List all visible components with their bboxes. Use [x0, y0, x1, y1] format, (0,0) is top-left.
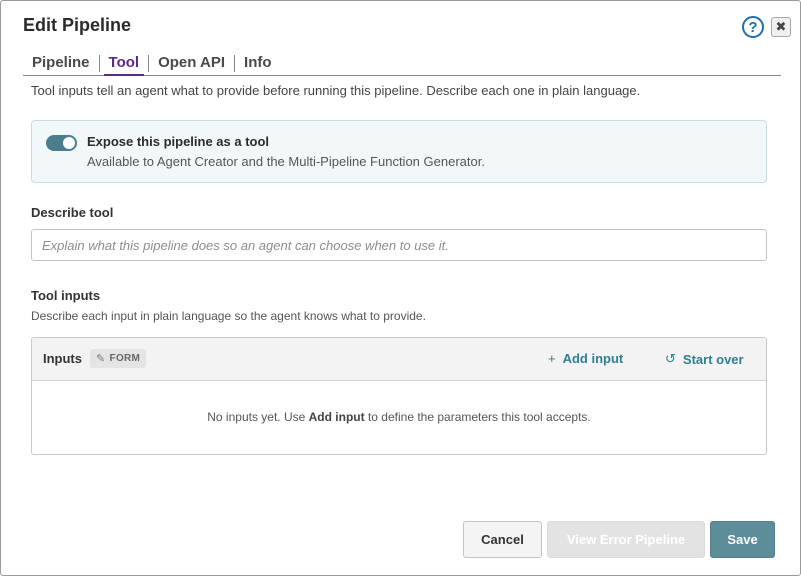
edit-pipeline-dialog: Edit Pipeline ? ✖ Pipeline Tool Open API…	[0, 0, 801, 576]
start-over-label: Start over	[682, 351, 744, 367]
expose-tool-title: Expose this pipeline as a tool	[87, 134, 270, 149]
inputs-panel: Inputs ✎ FORM + Add input ↺ Start over N…	[31, 337, 767, 455]
tab-tool[interactable]: Tool	[100, 53, 149, 76]
tab-info[interactable]: Info	[235, 53, 281, 75]
expose-tool-toggle[interactable]	[46, 135, 77, 151]
intro-text: Tool inputs tell an agent what to provid…	[31, 83, 641, 98]
expose-tool-subtitle: Available to Agent Creator and the Multi…	[87, 154, 485, 169]
dialog-title: Edit Pipeline	[23, 15, 132, 35]
tab-bar: Pipeline Tool Open API Info	[23, 53, 781, 76]
expose-tool-box: Expose this pipeline as a tool Available…	[31, 120, 767, 183]
empty-inputs-message: No inputs yet. Use Add input to define t…	[32, 410, 766, 424]
save-button[interactable]: Save	[710, 521, 775, 558]
describe-tool-input[interactable]	[31, 229, 767, 261]
reset-icon: ↺	[665, 351, 676, 366]
edit-icon: ✎	[96, 353, 106, 365]
plus-icon: +	[548, 351, 556, 366]
tool-inputs-description: Describe each input in plain language so…	[31, 309, 426, 323]
tab-open-api[interactable]: Open API	[149, 53, 234, 75]
add-input-button[interactable]: + Add input	[548, 351, 623, 366]
tab-pipeline[interactable]: Pipeline	[23, 53, 99, 75]
toggle-knob	[63, 137, 75, 149]
help-icon[interactable]: ?	[742, 16, 764, 38]
start-over-button[interactable]: ↺ Start over	[665, 351, 744, 367]
empty-message-prefix: No inputs yet. Use	[207, 410, 309, 424]
empty-message-emphasis: Add input	[308, 410, 365, 424]
empty-message-suffix: to define the parameters this tool accep…	[364, 410, 591, 424]
add-input-label: Add input	[562, 351, 624, 366]
inputs-panel-header: Inputs ✎ FORM + Add input ↺ Start over	[32, 338, 766, 381]
describe-tool-label: Describe tool	[31, 205, 114, 220]
inputs-title: Inputs	[43, 351, 82, 366]
cancel-button[interactable]: Cancel	[463, 521, 542, 558]
form-badge-label: FORM	[109, 353, 141, 364]
tool-inputs-label: Tool inputs	[31, 288, 101, 303]
form-badge[interactable]: ✎ FORM	[90, 349, 147, 368]
view-error-pipeline-button[interactable]: View Error Pipeline	[547, 521, 705, 558]
close-icon[interactable]: ✖	[771, 17, 791, 37]
